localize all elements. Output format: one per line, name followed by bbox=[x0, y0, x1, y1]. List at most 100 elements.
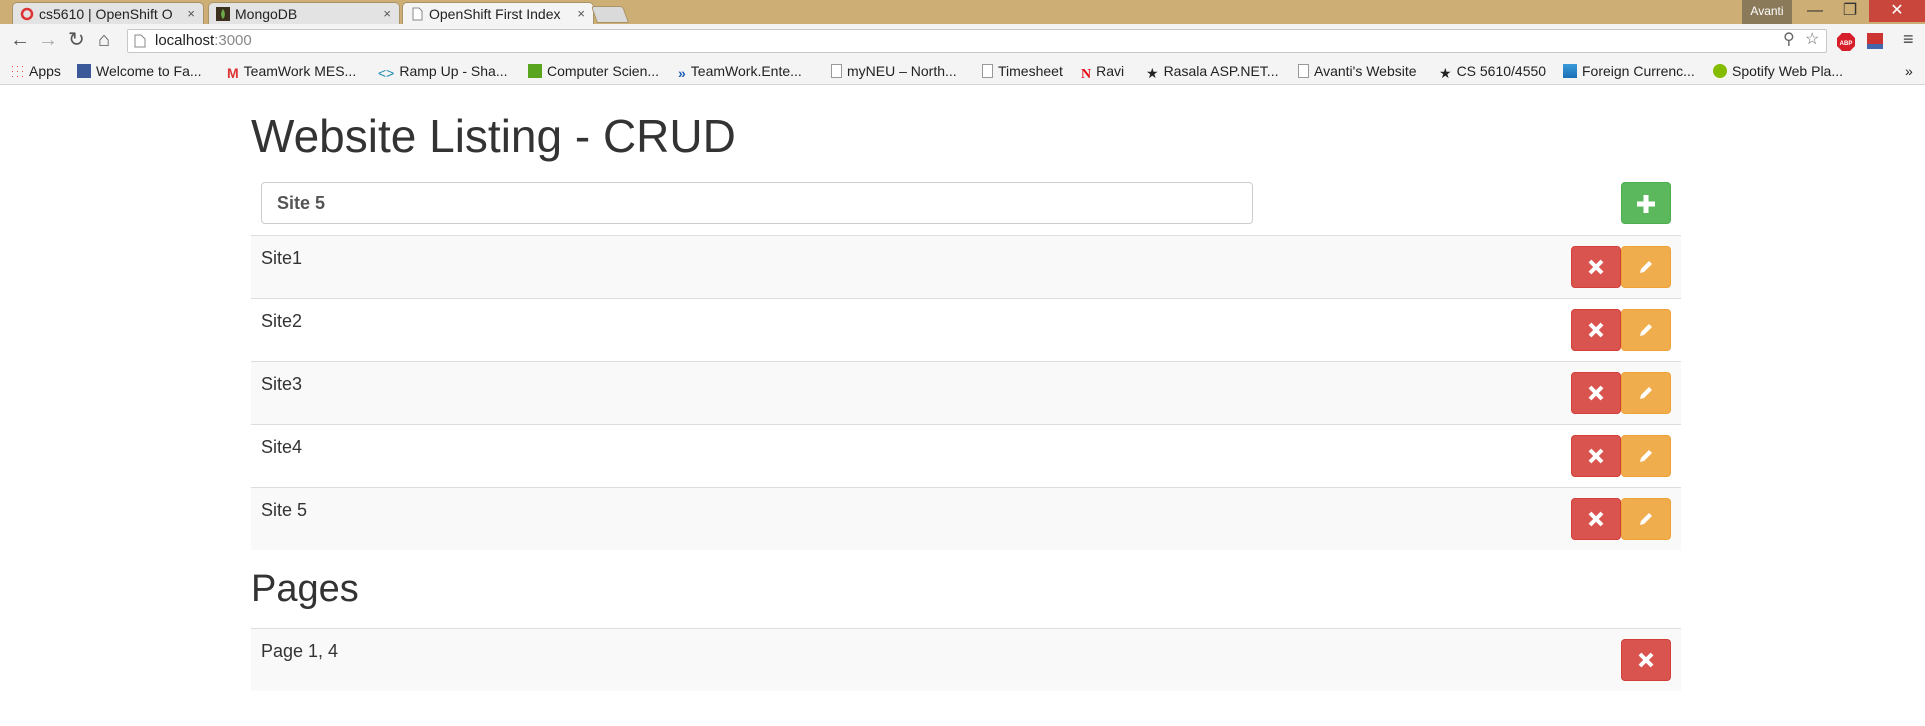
page-icon bbox=[134, 34, 146, 48]
plus-icon bbox=[1637, 195, 1655, 213]
facebook-icon bbox=[77, 64, 91, 78]
page-icon bbox=[1298, 64, 1309, 78]
tab-title: cs5610 | OpenShift O bbox=[39, 6, 173, 22]
close-icon bbox=[1588, 448, 1604, 464]
site-name: Site1 bbox=[261, 248, 303, 268]
tab-mongodb[interactable]: MongoDB × bbox=[208, 2, 400, 24]
code-icon: <> bbox=[378, 65, 395, 81]
bookmark-computer-science[interactable]: Computer Scien... bbox=[528, 62, 659, 80]
browser-toolbar: ← → ↻ ⌂ localhost:3000 ⚲ ☆ ABP ≡ bbox=[0, 24, 1925, 59]
bookmark-myneu[interactable]: myNEU – North... bbox=[831, 62, 957, 80]
site-name-input[interactable] bbox=[261, 182, 1253, 224]
delete-site-button[interactable] bbox=[1571, 309, 1621, 351]
back-arrow-icon[interactable]: ← bbox=[10, 30, 30, 50]
tab-close-icon[interactable]: × bbox=[187, 3, 195, 24]
bookmark-star-icon[interactable]: ☆ bbox=[1805, 29, 1819, 49]
tab-openshift[interactable]: cs5610 | OpenShift O × bbox=[12, 2, 204, 24]
minimize-icon[interactable]: — bbox=[1795, 0, 1835, 22]
close-icon bbox=[1588, 259, 1604, 275]
delete-site-button[interactable] bbox=[1571, 246, 1621, 288]
list-item: Site3 bbox=[251, 361, 1681, 424]
star-icon: ★ bbox=[1146, 65, 1159, 81]
maximize-icon[interactable]: ❐ bbox=[1830, 0, 1870, 22]
tab-title: MongoDB bbox=[235, 6, 298, 22]
bookmarks-bar: Apps Welcome to Fa... M TeamWork MES... <… bbox=[0, 58, 1925, 85]
menu-icon[interactable]: ≡ bbox=[1903, 29, 1914, 50]
chevrons-icon: » bbox=[678, 65, 686, 81]
url-text: localhost:3000 bbox=[155, 32, 252, 49]
profile-badge[interactable]: Avanti bbox=[1742, 0, 1792, 24]
bookmark-spotify[interactable]: Spotify Web Pla... bbox=[1713, 62, 1843, 80]
page-entry: Page 1, 4 bbox=[261, 641, 339, 661]
pencil-icon bbox=[1640, 387, 1652, 399]
bookmark-ravi[interactable]: N Ravi bbox=[1081, 62, 1124, 82]
bookmark-avantis-website[interactable]: Avanti's Website bbox=[1298, 62, 1417, 80]
delete-page-button[interactable] bbox=[1621, 639, 1671, 681]
bookmark-facebook[interactable]: Welcome to Fa... bbox=[77, 62, 202, 80]
sites-list: Site1 Site2 Site3 Site4 Site 5 bbox=[251, 235, 1681, 550]
pencil-icon bbox=[1640, 513, 1652, 525]
new-site-row bbox=[251, 182, 1681, 236]
delete-site-button[interactable] bbox=[1571, 498, 1621, 540]
star-icon: ★ bbox=[1439, 65, 1452, 81]
site-name: Site3 bbox=[261, 374, 303, 394]
tab-openshift-first-index[interactable]: OpenShift First Index × bbox=[402, 2, 594, 25]
openshift-icon bbox=[20, 7, 34, 21]
delete-site-button[interactable] bbox=[1571, 372, 1621, 414]
close-icon bbox=[1588, 322, 1604, 338]
new-tab-button[interactable] bbox=[590, 6, 630, 23]
spotify-icon bbox=[1713, 64, 1727, 78]
bookmark-teamwork-ente[interactable]: » TeamWork.Ente... bbox=[678, 62, 802, 81]
blue-square-icon bbox=[1563, 64, 1577, 78]
pages-list: Page 1, 4 bbox=[251, 628, 1681, 691]
adblock-icon[interactable]: ABP bbox=[1836, 32, 1856, 52]
pages-heading: Pages bbox=[251, 568, 359, 610]
delete-site-button[interactable] bbox=[1571, 435, 1621, 477]
site-name: Site 5 bbox=[261, 500, 308, 520]
list-item: Site4 bbox=[251, 424, 1681, 487]
close-window-icon[interactable]: ✕ bbox=[1869, 0, 1925, 22]
list-item: Page 1, 4 bbox=[251, 628, 1681, 691]
pencil-icon bbox=[1640, 261, 1652, 273]
close-icon bbox=[1588, 385, 1604, 401]
edit-site-button[interactable] bbox=[1621, 372, 1671, 414]
reload-icon[interactable]: ↻ bbox=[68, 30, 85, 50]
edit-site-button[interactable] bbox=[1621, 498, 1671, 540]
edit-site-button[interactable] bbox=[1621, 309, 1671, 351]
home-icon[interactable]: ⌂ bbox=[98, 30, 110, 50]
more-bookmarks-icon[interactable]: » bbox=[1905, 62, 1913, 80]
svg-text:ABP: ABP bbox=[1840, 41, 1853, 47]
tab-title: OpenShift First Index bbox=[429, 6, 561, 22]
site-name: Site4 bbox=[261, 437, 303, 457]
address-bar[interactable]: localhost:3000 bbox=[127, 29, 1827, 53]
edit-site-button[interactable] bbox=[1621, 435, 1671, 477]
apps-grid-icon bbox=[10, 64, 24, 78]
bookmark-ramp-up[interactable]: <> Ramp Up - Sha... bbox=[378, 62, 508, 81]
add-site-button[interactable] bbox=[1621, 182, 1671, 224]
edit-site-button[interactable] bbox=[1621, 246, 1671, 288]
extension-icon[interactable] bbox=[1866, 32, 1884, 50]
tab-close-icon[interactable]: × bbox=[383, 3, 391, 24]
page-title: Website Listing - CRUD bbox=[251, 110, 736, 162]
netflix-icon: N bbox=[1081, 67, 1092, 82]
bookmark-foreign-currency[interactable]: Foreign Currenc... bbox=[1563, 62, 1695, 80]
tab-close-icon[interactable]: × bbox=[577, 3, 585, 25]
zoom-icon[interactable]: ⚲ bbox=[1783, 29, 1795, 49]
list-item: Site 5 bbox=[251, 487, 1681, 550]
page-icon bbox=[831, 64, 842, 78]
site-name: Site2 bbox=[261, 311, 303, 331]
bookmark-cs5610[interactable]: ★ CS 5610/4550 bbox=[1439, 62, 1546, 81]
page-icon bbox=[412, 7, 423, 21]
pencil-icon bbox=[1640, 324, 1652, 336]
mongodb-leaf-icon bbox=[216, 7, 230, 21]
close-icon bbox=[1588, 511, 1604, 527]
page-icon bbox=[982, 64, 993, 78]
close-icon bbox=[1638, 652, 1654, 668]
list-item: Site2 bbox=[251, 298, 1681, 361]
forward-arrow-icon[interactable]: → bbox=[38, 30, 58, 50]
green-doc-icon bbox=[528, 64, 542, 78]
bookmark-apps[interactable]: Apps bbox=[10, 62, 61, 80]
bookmark-timesheet[interactable]: Timesheet bbox=[982, 62, 1063, 80]
bookmark-rasala-asp[interactable]: ★ Rasala ASP.NET... bbox=[1146, 62, 1278, 81]
bookmark-teamwork-mes[interactable]: M TeamWork MES... bbox=[227, 62, 356, 81]
